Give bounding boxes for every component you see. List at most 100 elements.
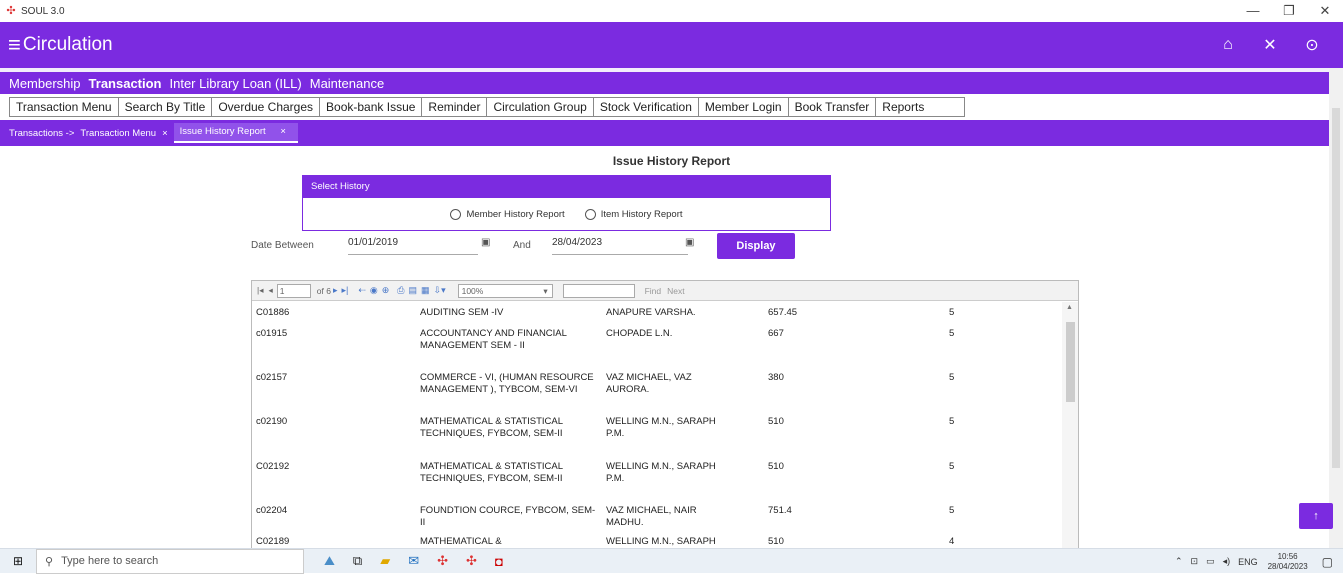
book-price: 510 xyxy=(768,416,784,427)
submenu-reminder[interactable]: Reminder xyxy=(422,98,488,116)
find-link[interactable]: Find xyxy=(645,286,662,296)
breadcrumb-current: Issue History Report × xyxy=(173,123,298,143)
submenu-book-bank-issue[interactable]: Book-bank Issue xyxy=(320,98,423,116)
book-title: MATHEMATICAL & STATISTICAL TECHNIQUES, F… xyxy=(420,416,563,439)
submenu-transaction-menu[interactable]: Transaction Menu xyxy=(10,98,119,116)
app-header: ≡ Circulation ⌂ ✕ ⊙ xyxy=(0,22,1343,68)
tray-chevron-icon[interactable]: ⌃ xyxy=(1175,556,1183,567)
book-price: 657.45 xyxy=(768,307,798,318)
next-page-icon[interactable]: ▸ xyxy=(333,285,338,296)
select-history-panel: Select History Member History Report Ite… xyxy=(302,175,831,231)
last-page-icon[interactable]: ▸| xyxy=(341,285,348,296)
close-window-button[interactable]: ✕ xyxy=(1307,0,1343,22)
home-icon[interactable]: ⌂ xyxy=(1207,36,1249,54)
page-count: of 6 xyxy=(316,285,331,296)
clock[interactable]: 10:56 28/04/2023 xyxy=(1268,552,1308,572)
accession-number: c02157 xyxy=(256,372,288,383)
module-membership[interactable]: Membership xyxy=(9,76,81,91)
next-link[interactable]: Next xyxy=(667,286,684,296)
to-calendar-icon[interactable]: ▣ xyxy=(685,237,694,248)
member-history-radio[interactable]: Member History Report xyxy=(450,208,565,220)
page-number-input[interactable]: 1 xyxy=(276,283,311,298)
notification-icon[interactable]: ▢ xyxy=(1322,555,1333,569)
module-maintenance[interactable]: Maintenance xyxy=(310,76,384,91)
module-transaction[interactable]: Transaction xyxy=(89,76,162,91)
export-icon[interactable]: ⇩▾ xyxy=(434,285,446,296)
to-date-field[interactable]: 28/04/2023 xyxy=(552,235,688,255)
radio-circle[interactable] xyxy=(584,208,596,220)
start-button[interactable]: ⊞ xyxy=(0,554,36,568)
file-explorer-icon[interactable]: ▰ xyxy=(380,553,390,569)
page-setup-icon[interactable]: ▦ xyxy=(421,285,430,296)
radio-circle[interactable] xyxy=(450,208,462,220)
first-page-icon[interactable]: |◂ xyxy=(257,285,263,296)
accession-number: C01886 xyxy=(256,307,290,318)
book-title: ACCOUNTANCY AND FINANCIAL MANAGEMENT SEM… xyxy=(420,328,567,351)
find-input[interactable] xyxy=(562,283,635,298)
accession-number: c01915 xyxy=(256,328,288,339)
soul-app-icon[interactable]: ✣ xyxy=(437,553,448,569)
breadcrumb-transaction-menu[interactable]: Transaction Menu xyxy=(80,128,156,139)
book-price: 380 xyxy=(768,372,784,383)
book-price: 751.4 xyxy=(768,505,792,516)
print-layout-icon[interactable]: ▤ xyxy=(409,285,418,296)
back-icon[interactable]: ⇠ xyxy=(358,285,366,296)
prev-page-icon[interactable]: ◂ xyxy=(268,285,272,296)
taskbar-apps: ⛰ ⧉ ▰ ✉ ✣ ✣ ◘ xyxy=(324,553,521,569)
issue-count: 5 xyxy=(949,307,955,318)
submenu-search-by-title[interactable]: Search By Title xyxy=(119,98,213,116)
module-ill[interactable]: Inter Library Loan (ILL) xyxy=(170,76,302,91)
refresh-icon[interactable]: ⊕ xyxy=(382,285,390,296)
submenu-member-login[interactable]: Member Login xyxy=(699,98,789,116)
volume-icon[interactable]: ◂) xyxy=(1223,556,1231,567)
language-indicator[interactable]: ENG xyxy=(1238,557,1258,567)
network-icon[interactable]: ⊡ xyxy=(1191,556,1199,567)
book-author: WELLING M.N., SARAPH P.M. xyxy=(606,416,716,439)
issue-count: 4 xyxy=(949,536,955,547)
from-calendar-icon[interactable]: ▣ xyxy=(481,237,490,248)
mail-icon[interactable]: ✉ xyxy=(408,553,419,569)
and-label: And xyxy=(513,240,531,251)
print-icon[interactable]: ⎙ xyxy=(397,285,404,296)
display-button[interactable]: Display xyxy=(717,233,795,259)
landscape-widget-icon[interactable]: ⛰ xyxy=(324,553,335,569)
page-scroll-thumb[interactable] xyxy=(1332,108,1340,468)
submenu-circulation-group[interactable]: Circulation Group xyxy=(487,98,594,116)
breadcrumb-close-icon[interactable]: × xyxy=(162,128,168,139)
submenu-stock-verification[interactable]: Stock Verification xyxy=(594,98,699,116)
display-icon[interactable]: ▭ xyxy=(1206,556,1215,567)
breadcrumb-current-close-icon[interactable]: × xyxy=(280,126,286,137)
book-title: AUDITING SEM -IV xyxy=(420,307,504,318)
breadcrumb-current-label[interactable]: Issue History Report xyxy=(180,126,266,137)
accession-number: c02204 xyxy=(256,505,288,516)
breadcrumb-root[interactable]: Transactions -> xyxy=(9,128,74,139)
soul-app-icon-2[interactable]: ✣ xyxy=(466,553,477,569)
submenu-overdue-charges[interactable]: Overdue Charges xyxy=(212,98,321,116)
scroll-to-top-button[interactable]: ↑ xyxy=(1299,503,1333,529)
submenu-book-transfer[interactable]: Book Transfer xyxy=(789,98,877,116)
zoom-select[interactable]: 100% xyxy=(457,283,553,298)
help-icon[interactable]: ⊙ xyxy=(1291,35,1333,55)
transaction-submenu: Transaction Menu Search By Title Overdue… xyxy=(9,97,966,117)
report-scrollbar[interactable]: ▲ xyxy=(1062,302,1078,554)
hamburger-menu-icon[interactable]: ≡ xyxy=(8,34,21,56)
stop-icon[interactable]: ◉ xyxy=(370,285,378,296)
page-scrollbar[interactable] xyxy=(1329,68,1343,548)
book-title: MATHEMATICAL & xyxy=(420,536,502,547)
maximize-button[interactable]: ❐ xyxy=(1271,0,1307,22)
item-history-radio[interactable]: Item History Report xyxy=(584,208,683,220)
system-tray: ⌃ ⊡ ▭ ◂) ENG 10:56 28/04/2023 ▢ xyxy=(1167,549,1333,574)
taskbar-search[interactable]: ⚲ Type here to search xyxy=(36,548,304,574)
submenu-reports[interactable]: Reports xyxy=(876,98,964,116)
search-icon: ⚲ xyxy=(45,555,54,568)
minimize-button[interactable]: — xyxy=(1235,0,1271,22)
from-date-field[interactable]: 01/01/2019 xyxy=(348,235,478,255)
task-view-icon[interactable]: ⧉ xyxy=(353,553,362,569)
report-viewer: |◂ ◂ 1 of 6 ▸ ▸| ⇠ ◉ ⊕ ⎙ ▤ ▦ ⇩▾ 100% Fin… xyxy=(251,280,1079,555)
accession-number: C02192 xyxy=(256,461,290,472)
scroll-up-icon[interactable]: ▲ xyxy=(1066,304,1073,311)
scroll-thumb[interactable] xyxy=(1066,322,1075,402)
book-author: WELLING M.N., SARAPH P.M. xyxy=(606,461,716,484)
close-icon[interactable]: ✕ xyxy=(1249,35,1291,55)
mcafee-icon[interactable]: ◘ xyxy=(495,554,503,569)
